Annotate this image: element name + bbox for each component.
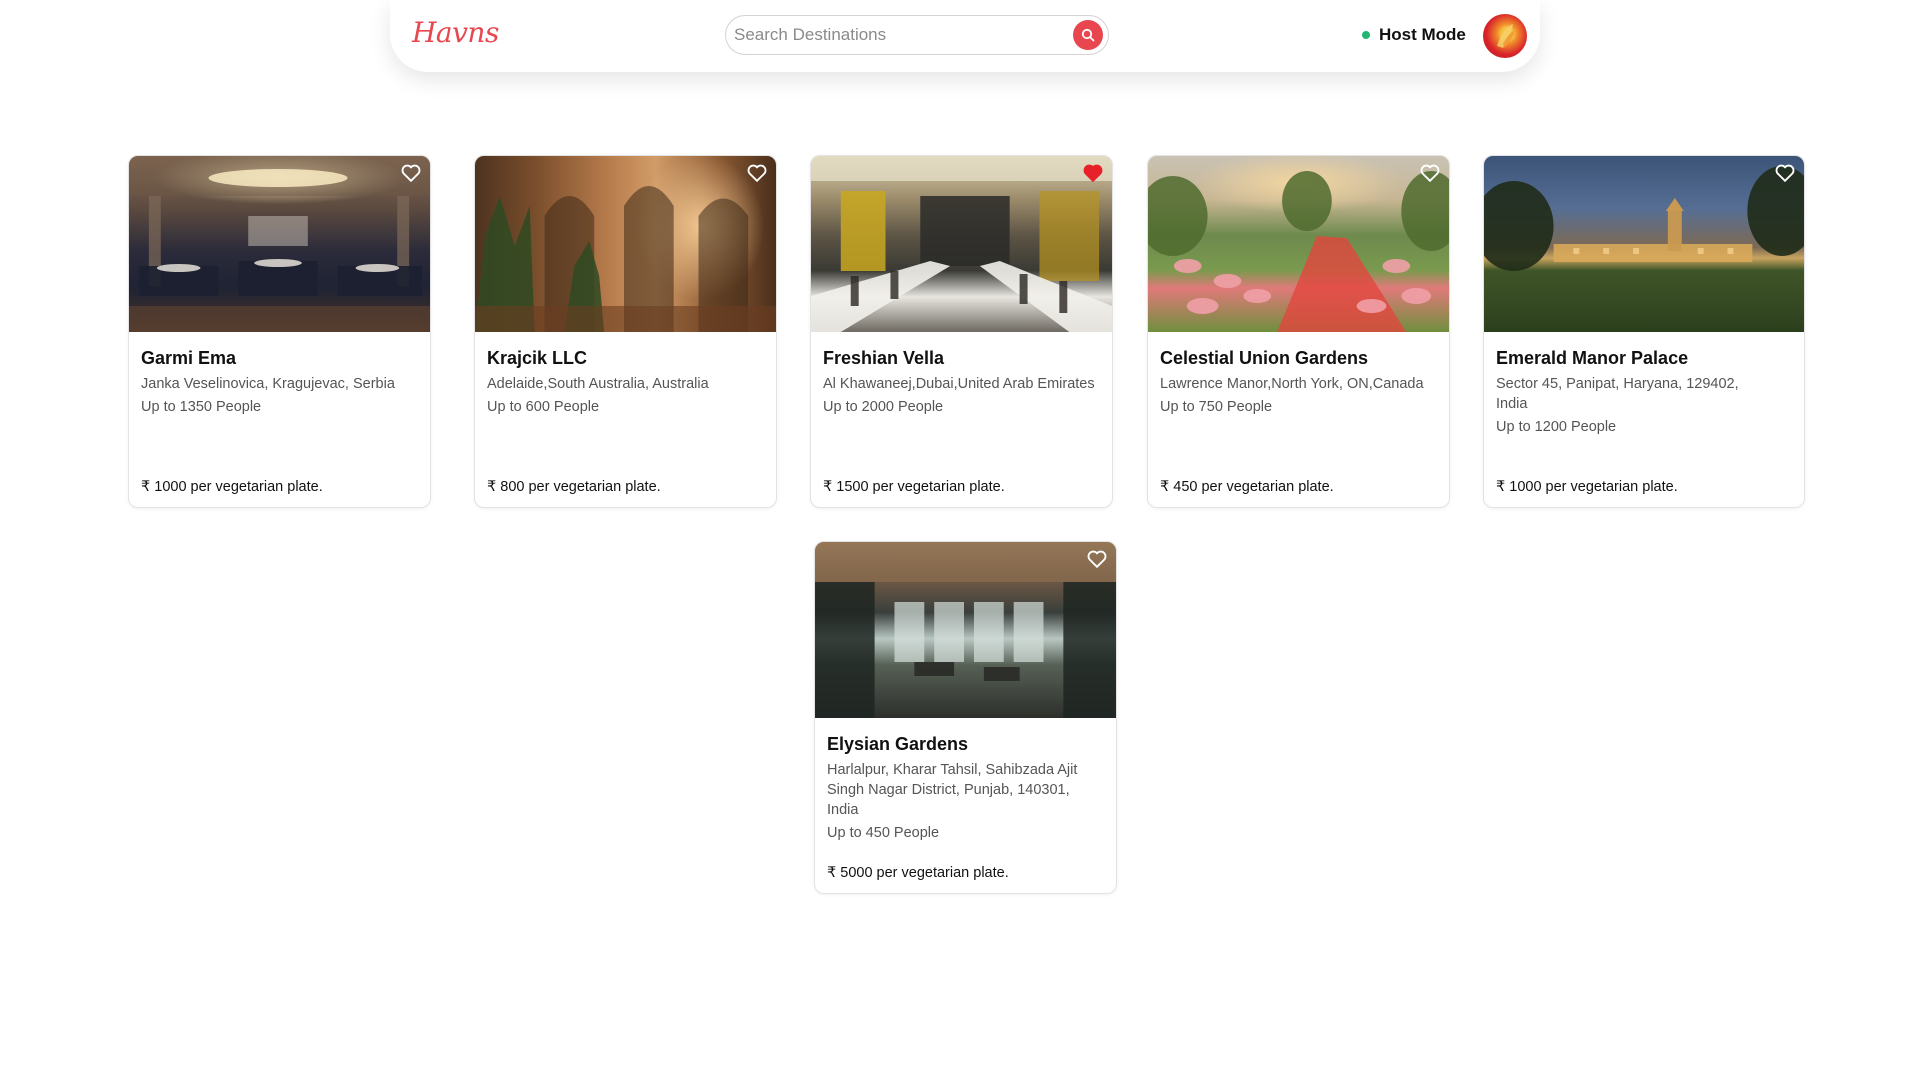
heart-icon-filled[interactable] <box>1082 162 1104 184</box>
venue-price: ₹ 450 per vegetarian plate. <box>1160 479 1334 495</box>
venue-card[interactable]: Elysian Gardens Harlalpur, Kharar Tahsil… <box>814 541 1117 894</box>
venue-card[interactable]: Celestial Union Gardens Lawrence Manor,N… <box>1147 155 1450 508</box>
venue-name: Celestial Union Gardens <box>1160 348 1369 368</box>
venue-image <box>1484 156 1804 332</box>
venue-image <box>815 542 1116 718</box>
search-button[interactable] <box>1073 20 1103 50</box>
havns-logo[interactable]: Havns <box>412 16 499 49</box>
venue-details: Sector 45, Panipat, Haryana, 129402, Ind… <box>1496 374 1756 437</box>
venue-name: Freshian Vella <box>823 348 945 368</box>
venue-card[interactable]: Freshian Vella Al Khawaneej,Dubai,United… <box>810 155 1113 508</box>
venue-address: Janka Veselinovica, Kragujevac, Serbia <box>141 376 395 392</box>
venue-details: Adelaide,South Australia, Australia Up t… <box>487 374 762 417</box>
heart-icon[interactable] <box>1774 162 1796 184</box>
venue-image <box>475 156 776 332</box>
venue-address: Sector 45, Panipat, Haryana, 129402, Ind… <box>1496 376 1739 412</box>
search-icon <box>1081 28 1095 42</box>
heart-icon[interactable] <box>400 162 422 184</box>
search-input[interactable] <box>734 22 1054 48</box>
ballroom-scene <box>129 156 430 332</box>
lounge-scene <box>815 542 1116 718</box>
venue-details: Al Khawaneej,Dubai,United Arab Emirates … <box>823 374 1098 417</box>
venue-capacity: Up to 450 People <box>827 825 940 841</box>
hall-scene <box>475 186 776 332</box>
host-mode-label: Host Mode <box>1379 25 1466 44</box>
venue-card[interactable]: Garmi Ema Janka Veselinovica, Kragujevac… <box>128 155 431 508</box>
venue-address: Lawrence Manor,North York, ON,Canada <box>1160 376 1424 392</box>
venue-name: Emerald Manor Palace <box>1496 348 1689 368</box>
venue-capacity: Up to 1350 People <box>141 399 262 415</box>
venue-address: Harlalpur, Kharar Tahsil, Sahibzada Ajit… <box>827 762 1078 818</box>
venue-details: Janka Veselinovica, Kragujevac, Serbia U… <box>141 374 416 417</box>
top-navbar: Havns Host Mode <box>390 0 1540 72</box>
venue-details: Lawrence Manor,North York, ON,Canada Up … <box>1160 374 1435 417</box>
search-bar[interactable] <box>725 15 1109 55</box>
heart-icon[interactable] <box>1086 548 1108 570</box>
garden-scene <box>1148 171 1449 332</box>
heart-icon[interactable] <box>1419 162 1441 184</box>
venue-name: Krajcik LLC <box>487 348 588 368</box>
venue-capacity: Up to 2000 People <box>823 399 944 415</box>
venue-price: ₹ 1000 per vegetarian plate. <box>141 479 323 495</box>
venue-capacity: Up to 600 People <box>487 399 600 415</box>
avatar-image <box>1497 24 1515 48</box>
venue-details: Harlalpur, Kharar Tahsil, Sahibzada Ajit… <box>827 760 1102 843</box>
heart-icon[interactable] <box>746 162 768 184</box>
venue-address: Adelaide,South Australia, Australia <box>487 376 709 392</box>
user-avatar[interactable] <box>1483 14 1527 58</box>
venue-capacity: Up to 1200 People <box>1496 419 1617 435</box>
venue-card[interactable]: Emerald Manor Palace Sector 45, Panipat,… <box>1483 155 1805 508</box>
palace-scene <box>1484 166 1804 271</box>
venue-capacity: Up to 750 People <box>1160 399 1273 415</box>
venue-name: Elysian Gardens <box>827 734 969 754</box>
restaurant-scene <box>811 156 1112 332</box>
venue-name: Garmi Ema <box>141 348 237 368</box>
venue-price: ₹ 1500 per vegetarian plate. <box>823 479 1005 495</box>
venue-image <box>811 156 1112 332</box>
venue-card[interactable]: Krajcik LLC Adelaide,South Australia, Au… <box>474 155 777 508</box>
venue-image <box>1148 156 1449 332</box>
venue-image <box>129 156 430 332</box>
host-mode-toggle[interactable]: Host Mode <box>1362 25 1466 45</box>
venue-price: ₹ 1000 per vegetarian plate. <box>1496 479 1678 495</box>
venue-address: Al Khawaneej,Dubai,United Arab Emirates <box>823 376 1095 392</box>
venue-price: ₹ 800 per vegetarian plate. <box>487 479 661 495</box>
venue-price: ₹ 5000 per vegetarian plate. <box>827 865 1009 881</box>
status-dot <box>1362 31 1370 39</box>
